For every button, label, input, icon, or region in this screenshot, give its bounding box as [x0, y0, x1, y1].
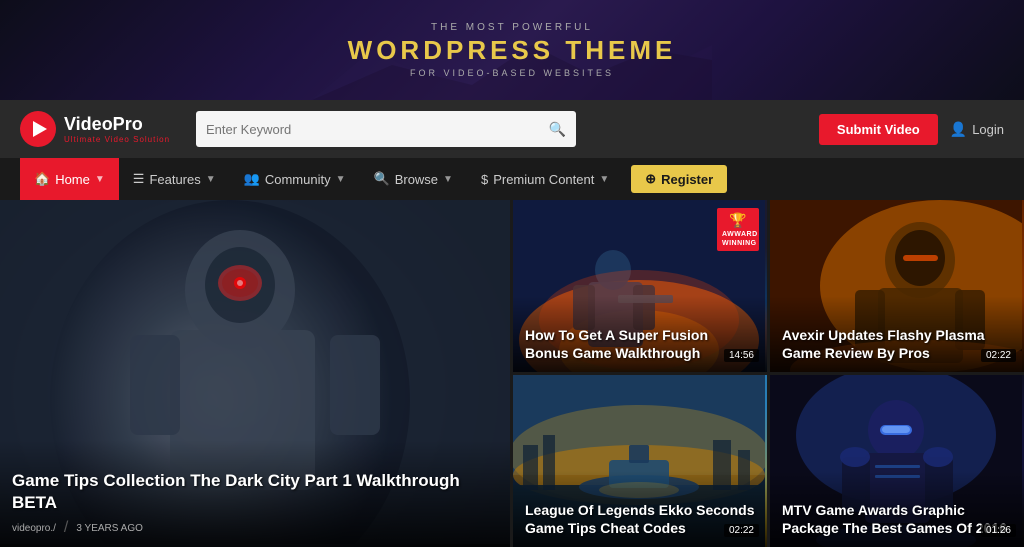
nav-item-premium[interactable]: $ Premium Content ▼ [467, 158, 623, 200]
featured-time: 3 YEARS AGO [76, 523, 143, 534]
register-label: Register [661, 172, 713, 187]
banner-sub-text: FOR VIDEO-BASED WEBSITES [410, 68, 614, 78]
community-icon: 👥 [244, 171, 260, 187]
user-icon: 👤 [950, 121, 967, 138]
chevron-down-icon: ▼ [599, 174, 609, 185]
card-1-duration: 14:56 [724, 349, 759, 362]
featured-card-overlay: Game Tips Collection The Dark City Part … [0, 440, 510, 547]
search-bar: 🔍 [196, 111, 576, 147]
banner: THE MOST POWERFUL WORDPRESS THEME FOR VI… [0, 0, 1024, 100]
nav-item-browse[interactable]: 🔍 Browse ▼ [360, 158, 467, 200]
card-3-duration: 02:22 [724, 524, 759, 537]
search-icon: 🔍 [549, 121, 566, 138]
register-button[interactable]: ⊕ Register [631, 165, 727, 193]
card-4-title: MTV Game Awards Graphic Package The Best… [782, 501, 1012, 537]
chevron-down-icon: ▼ [336, 174, 346, 185]
logo-tagline: Ultimate Video Solution [64, 135, 170, 144]
chevron-down-icon: ▼ [206, 174, 216, 185]
featured-card-title: Game Tips Collection The Dark City Part … [12, 470, 498, 514]
video-grid: Game Tips Collection The Dark City Part … [0, 200, 1024, 546]
nav-item-community[interactable]: 👥 Community ▼ [230, 158, 360, 200]
award-text: AWWARD WINNING [722, 231, 758, 247]
video-card-2[interactable]: Avexir Updates Flashy Plasma Game Review… [770, 200, 1024, 372]
nav-browse-label: Browse [395, 172, 438, 187]
card-3-title: League Of Legends Ekko Seconds Game Tips… [525, 501, 755, 537]
featured-video-card[interactable]: Game Tips Collection The Dark City Part … [0, 200, 510, 547]
video-card-3[interactable]: League Of Legends Ekko Seconds Game Tips… [513, 375, 767, 547]
premium-icon: $ [481, 172, 488, 187]
home-icon: 🏠 [34, 171, 50, 187]
submit-video-button[interactable]: Submit Video [819, 114, 938, 145]
nav-home-label: Home [55, 172, 90, 187]
search-input[interactable] [206, 122, 549, 137]
browse-icon: 🔍 [374, 171, 390, 187]
nav-item-features[interactable]: ☰ Features ▼ [119, 158, 230, 200]
nav-item-home[interactable]: 🏠 Home ▼ [20, 158, 119, 200]
nav-community-label: Community [265, 172, 331, 187]
navigation: 🏠 Home ▼ ☰ Features ▼ 👥 Community ▼ 🔍 Br… [0, 158, 1024, 200]
login-label: Login [972, 122, 1004, 137]
chevron-down-icon: ▼ [443, 174, 453, 185]
logo-icon [20, 111, 56, 147]
card-1-title: How To Get A Super Fusion Bonus Game Wal… [525, 326, 755, 362]
card-2-duration: 02:22 [981, 349, 1016, 362]
featured-source: videopro./ [12, 523, 56, 534]
header: VideoPro Ultimate Video Solution 🔍 Submi… [0, 100, 1024, 158]
header-right: Submit Video 👤 Login [819, 114, 1004, 145]
banner-main-text: WORDPRESS THEME [348, 35, 677, 66]
nav-features-label: Features [149, 172, 200, 187]
video-card-1[interactable]: 🏆 AWWARD WINNING How To Get A Super Fusi… [513, 200, 767, 372]
nav-premium-label: Premium Content [493, 172, 594, 187]
award-badge: 🏆 AWWARD WINNING [717, 208, 759, 251]
card-2-title: Avexir Updates Flashy Plasma Game Review… [782, 326, 1012, 362]
register-icon: ⊕ [645, 171, 656, 187]
video-card-4[interactable]: MTV Game Awards Graphic Package The Best… [770, 375, 1024, 547]
logo-text: VideoPro Ultimate Video Solution [64, 114, 170, 144]
logo[interactable]: VideoPro Ultimate Video Solution [20, 111, 180, 147]
featured-card-meta: videopro./ / 3 YEARS AGO [12, 519, 498, 537]
card-4-duration: 01:26 [981, 524, 1016, 537]
trophy-icon: 🏆 [722, 212, 754, 229]
banner-top-text: THE MOST POWERFUL [431, 22, 593, 33]
features-icon: ☰ [133, 171, 145, 187]
login-button[interactable]: 👤 Login [950, 121, 1004, 138]
logo-name: VideoPro [64, 114, 170, 135]
chevron-down-icon: ▼ [95, 174, 105, 185]
